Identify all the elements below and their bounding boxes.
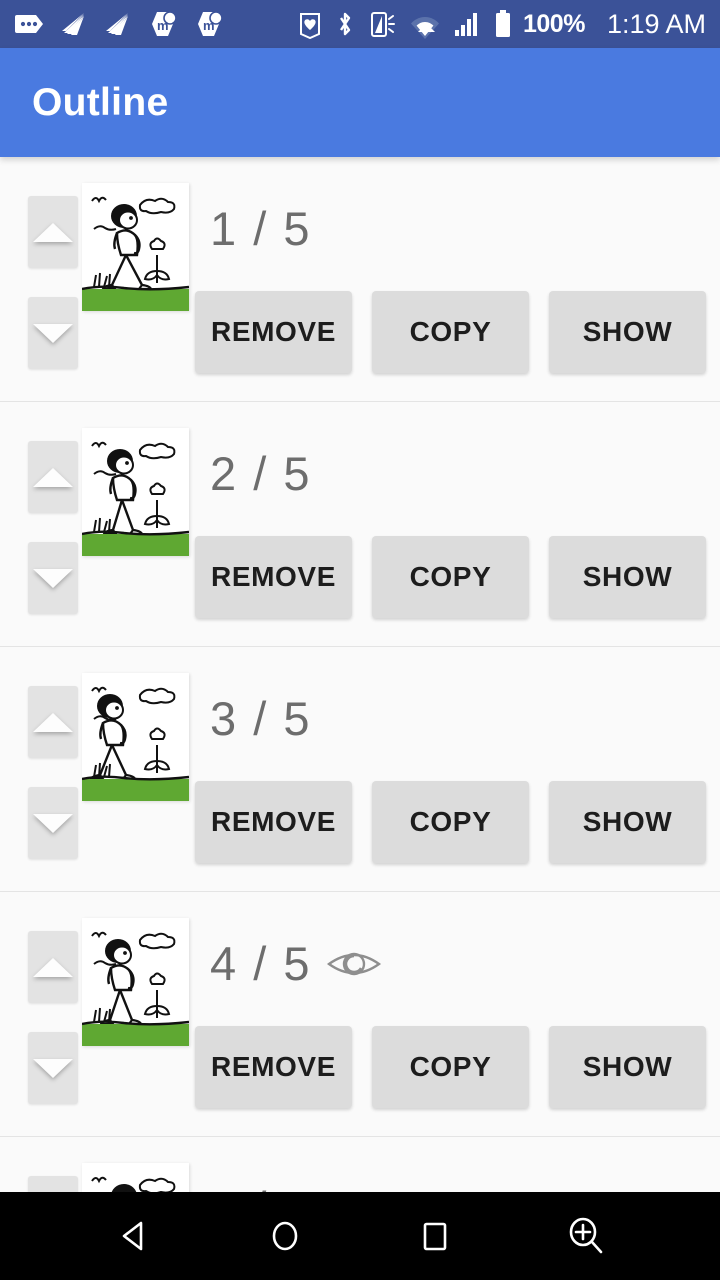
frame-thumbnail[interactable]	[82, 428, 189, 556]
frame-counter: 2 / 5	[210, 446, 311, 501]
arrow-up-icon	[33, 467, 73, 487]
move-up-button[interactable]	[28, 1176, 78, 1192]
home-button[interactable]	[250, 1201, 320, 1271]
frame-actions: REMOVE COPY SHOW	[195, 781, 706, 863]
m-badge-icon-1: m	[152, 11, 177, 36]
remove-button[interactable]: REMOVE	[195, 1026, 352, 1108]
copy-button[interactable]: COPY	[372, 291, 529, 373]
battery-percent-label: 100%	[522, 9, 585, 38]
show-button[interactable]: SHOW	[549, 536, 706, 618]
frame-list-item[interactable]: 4 / 5 REMOVE COPY SHOW	[0, 892, 720, 1137]
reorder-controls	[28, 931, 78, 1104]
arrow-up-icon	[33, 712, 73, 732]
remove-button[interactable]: REMOVE	[195, 291, 352, 373]
page-title: Outline	[32, 80, 169, 124]
frame-list[interactable]: 1 / 5 REMOVE COPY SHOW 2 / 5 REMOVE COPY…	[0, 157, 720, 1192]
paper-plane-icon-2	[106, 13, 128, 35]
remove-button[interactable]: REMOVE	[195, 536, 352, 618]
system-navigation-bar	[0, 1192, 720, 1280]
circle-icon	[272, 1221, 298, 1251]
app-bar: Outline	[0, 48, 720, 157]
status-bar: m m 100% 1:19 AM	[0, 0, 720, 48]
reorder-controls	[28, 1176, 78, 1192]
arrow-down-icon	[33, 568, 73, 588]
move-down-button[interactable]	[28, 787, 78, 859]
vibrate-icon	[370, 12, 395, 37]
notification-icons: m m	[14, 10, 224, 38]
show-button[interactable]: SHOW	[549, 291, 706, 373]
status-clock: 1:19 AM	[606, 8, 706, 39]
move-down-button[interactable]	[28, 1032, 78, 1104]
reorder-controls	[28, 686, 78, 859]
frame-actions: REMOVE COPY SHOW	[195, 536, 706, 618]
frame-counter: 4 / 5	[210, 936, 382, 991]
frame-counter: 3 / 5	[210, 691, 311, 746]
frame-list-item[interactable]: 5 / 5 REMOVE COPY SHOW	[0, 1137, 720, 1192]
system-status-icons: 100% 1:19 AM	[297, 8, 706, 40]
arrow-down-icon	[33, 813, 73, 833]
triangle-left-icon	[122, 1221, 143, 1251]
frame-counter: 1 / 5	[210, 201, 311, 256]
frame-counter-label: 3 / 5	[210, 692, 312, 745]
reorder-controls	[28, 441, 78, 614]
show-button[interactable]: SHOW	[549, 1026, 706, 1108]
copy-button[interactable]: COPY	[372, 1026, 529, 1108]
zoom-button[interactable]	[550, 1201, 620, 1271]
heart-health-icon	[299, 13, 320, 39]
frame-list-item[interactable]: 3 / 5 REMOVE COPY SHOW	[0, 647, 720, 892]
move-down-button[interactable]	[28, 542, 78, 614]
frame-list-item[interactable]: 1 / 5 REMOVE COPY SHOW	[0, 157, 720, 402]
cellular-signal-icon	[454, 13, 477, 36]
frame-list-item[interactable]: 2 / 5 REMOVE COPY SHOW	[0, 402, 720, 647]
square-icon	[423, 1222, 447, 1251]
eye-icon	[327, 952, 382, 975]
frame-actions: REMOVE COPY SHOW	[195, 291, 706, 373]
arrow-down-icon	[33, 1058, 73, 1078]
copy-button[interactable]: COPY	[372, 781, 529, 863]
frame-thumbnail[interactable]	[82, 673, 189, 801]
back-button[interactable]	[100, 1201, 170, 1271]
arrow-down-icon	[33, 323, 73, 343]
move-up-button[interactable]	[28, 686, 78, 758]
frame-counter-label: 2 / 5	[210, 447, 312, 500]
move-down-button[interactable]	[28, 297, 78, 369]
frame-actions: REMOVE COPY SHOW	[195, 1026, 706, 1108]
frame-thumbnail[interactable]	[82, 1163, 189, 1192]
arrow-up-icon	[33, 957, 73, 977]
move-up-button[interactable]	[28, 196, 78, 268]
frame-counter-label: 5 / 5	[210, 1181, 311, 1192]
bluetooth-icon	[339, 12, 351, 36]
arrow-up-icon	[33, 222, 73, 242]
frame-counter-label: 4 / 5	[210, 937, 312, 990]
magnifier-plus-icon	[569, 1217, 603, 1254]
paper-plane-icon-1	[62, 13, 84, 35]
remove-button[interactable]: REMOVE	[195, 781, 352, 863]
frame-counter-label: 1 / 5	[210, 202, 312, 255]
battery-icon	[495, 10, 510, 37]
frame-thumbnail[interactable]	[82, 918, 189, 1046]
frame-counter: 5 / 5	[210, 1181, 311, 1192]
copy-button[interactable]: COPY	[372, 536, 529, 618]
show-button[interactable]: SHOW	[549, 781, 706, 863]
wifi-icon	[410, 17, 439, 39]
recents-button[interactable]	[400, 1201, 470, 1271]
move-up-button[interactable]	[28, 931, 78, 1003]
m-badge-icon-2: m	[198, 11, 223, 36]
move-up-button[interactable]	[28, 441, 78, 513]
frame-thumbnail[interactable]	[82, 183, 189, 311]
reorder-controls	[28, 196, 78, 369]
messages-icon	[15, 15, 43, 33]
